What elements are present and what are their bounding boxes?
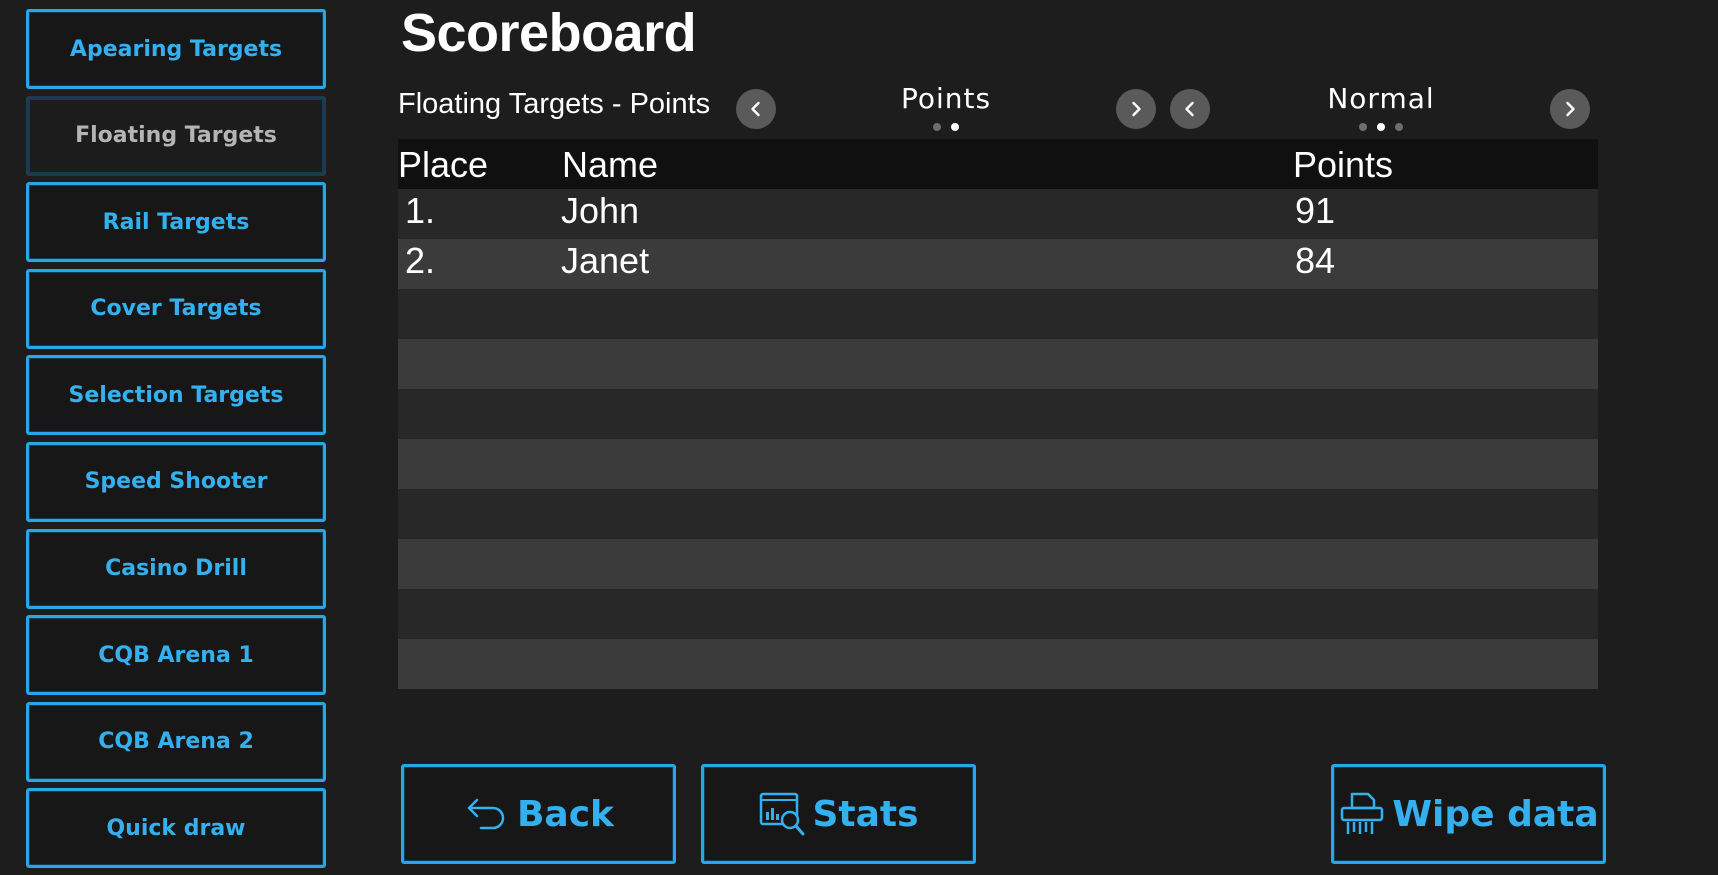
- sidebar: Apearing Targets Floating Targets Rail T…: [26, 9, 326, 875]
- name-cell: Janet: [561, 240, 650, 281]
- chevron-right-icon: [1566, 101, 1575, 117]
- sidebar-item-cqb-arena-2[interactable]: CQB Arena 2: [26, 701, 326, 782]
- sidebar-item-casino-drill[interactable]: Casino Drill: [26, 528, 326, 609]
- place-cell: 2.: [405, 240, 436, 281]
- table-body: 1. John 91 2. Janet 84: [398, 189, 1598, 689]
- table-row: 1. John 91: [398, 189, 1598, 239]
- back-button[interactable]: Back: [401, 764, 676, 864]
- sidebar-item-selection-targets[interactable]: Selection Targets: [26, 355, 326, 436]
- column-header-place: Place: [398, 144, 489, 185]
- table-header: Place Name Points: [398, 139, 1598, 189]
- place-cell: 1.: [405, 190, 436, 231]
- table-row: [398, 289, 1598, 339]
- name-cell: John: [561, 190, 640, 231]
- undo-arrow-icon: [467, 798, 505, 830]
- sidebar-item-cover-targets[interactable]: Cover Targets: [26, 268, 326, 349]
- stats-button[interactable]: Stats: [701, 764, 976, 864]
- page-dot: [1395, 123, 1403, 131]
- table-row: [398, 489, 1598, 539]
- back-button-label: Back: [516, 793, 614, 835]
- page-dot: [1359, 123, 1367, 131]
- metric-next-button[interactable]: [1116, 89, 1156, 129]
- points-cell: 84: [1295, 240, 1336, 281]
- table-row: [398, 589, 1598, 639]
- metric-selector-label: Points: [900, 82, 992, 115]
- column-header-name: Name: [562, 144, 659, 185]
- chart-magnifier-icon: [760, 792, 805, 836]
- page-dot: [933, 123, 941, 131]
- sidebar-item-cqb-arena-1[interactable]: CQB Arena 1: [26, 615, 326, 696]
- stats-button-label: Stats: [812, 793, 919, 835]
- table-row: [398, 439, 1598, 489]
- chevron-right-icon: [1132, 101, 1141, 117]
- difficulty-selector-label: Normal: [1327, 82, 1435, 115]
- scoreboard-table: Place Name Points 1. John 91 2. Janet 84: [398, 139, 1598, 689]
- page-dot-active: [1377, 123, 1385, 131]
- sidebar-item-rail-targets[interactable]: Rail Targets: [26, 182, 326, 263]
- table-row: [398, 389, 1598, 439]
- wipe-data-button[interactable]: Wipe data: [1331, 764, 1606, 864]
- table-row: [398, 539, 1598, 589]
- sidebar-item-quick-draw[interactable]: Quick draw: [26, 788, 326, 869]
- wipe-data-button-label: Wipe data: [1392, 793, 1599, 835]
- page-dot-active: [951, 123, 959, 131]
- difficulty-prev-button[interactable]: [1170, 89, 1210, 129]
- points-cell: 91: [1295, 190, 1336, 231]
- chevron-left-icon: [1185, 101, 1194, 117]
- table-row: [398, 339, 1598, 389]
- sidebar-item-floating-targets[interactable]: Floating Targets: [26, 95, 326, 176]
- sidebar-item-apearing-targets[interactable]: Apearing Targets: [26, 9, 326, 89]
- column-header-points: Points: [1293, 144, 1394, 185]
- table-row: 2. Janet 84: [398, 239, 1598, 289]
- metric-page-dots: [933, 123, 959, 131]
- difficulty-next-button[interactable]: [1550, 89, 1590, 129]
- chevron-left-icon: [751, 101, 760, 117]
- page-title: Scoreboard: [401, 3, 697, 63]
- table-row: [398, 639, 1598, 689]
- difficulty-page-dots: [1359, 123, 1403, 131]
- metric-prev-button[interactable]: [736, 89, 776, 129]
- scoreboard-subtitle: Floating Targets - Points: [398, 88, 711, 120]
- sidebar-item-speed-shooter[interactable]: Speed Shooter: [26, 441, 326, 522]
- shredder-icon: [1341, 792, 1384, 834]
